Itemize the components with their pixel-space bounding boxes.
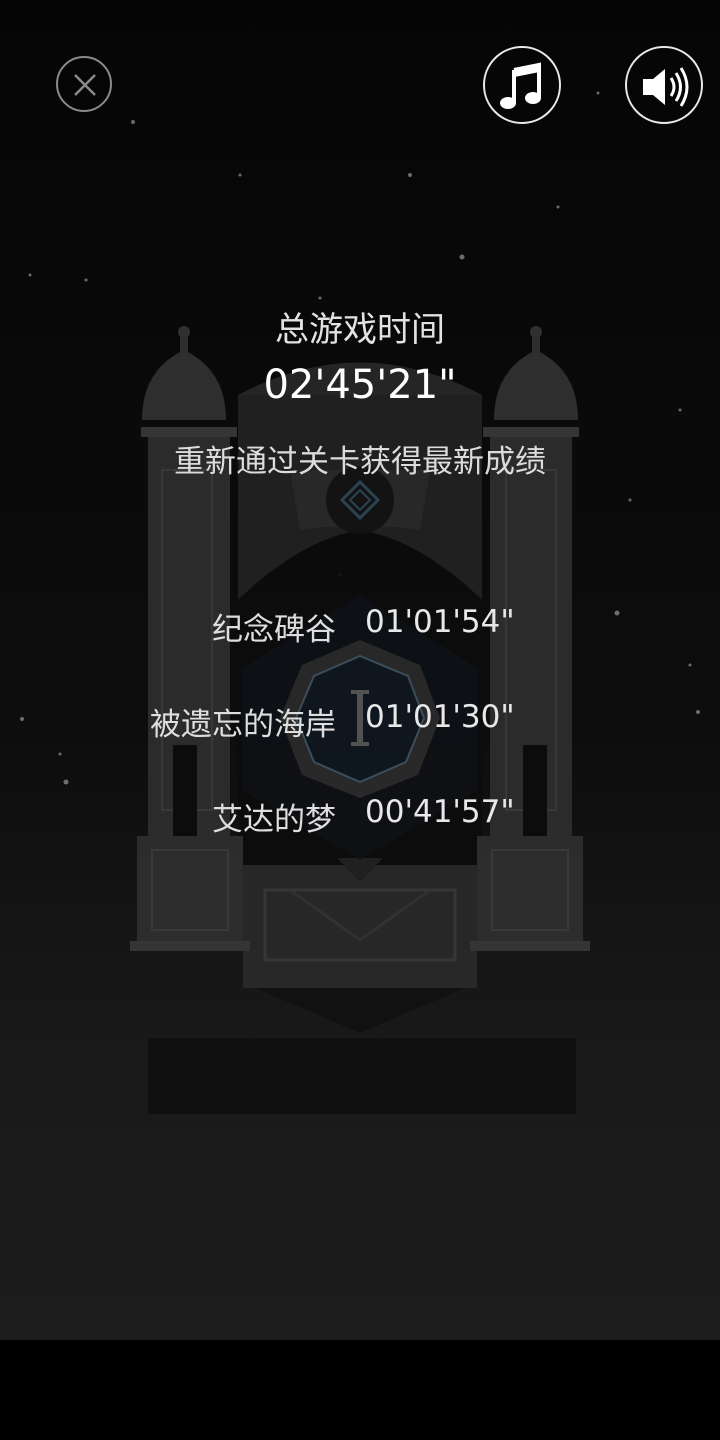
- chapter-time: 01'01'54": [365, 604, 515, 640]
- monument-architecture: [20, 91, 700, 1114]
- total-playtime-value: 02'45'21": [263, 362, 457, 408]
- music-note-icon: [500, 62, 541, 109]
- chapter-time: 00'41'57": [365, 794, 515, 830]
- total-playtime-title: 总游戏时间: [275, 310, 445, 350]
- close-button[interactable]: [56, 56, 112, 112]
- chapter-name: 被遗忘的海岸: [150, 707, 336, 743]
- game-scene: 总游戏时间 02'45'21" 重新通过关卡获得最新成绩 纪念碑谷 01'01'…: [0, 0, 720, 1340]
- chapter-name: 艾达的梦: [212, 802, 336, 838]
- bottom-bar: [0, 1340, 720, 1440]
- replay-hint-text: 重新通过关卡获得最新成绩: [174, 444, 546, 480]
- chapter-time: 01'01'30": [365, 699, 515, 735]
- sound-toggle-button[interactable]: [625, 46, 703, 124]
- close-icon: [74, 74, 96, 96]
- speaker-icon: [643, 67, 689, 107]
- music-toggle-button[interactable]: [483, 46, 561, 124]
- chapter-name: 纪念碑谷: [212, 612, 336, 648]
